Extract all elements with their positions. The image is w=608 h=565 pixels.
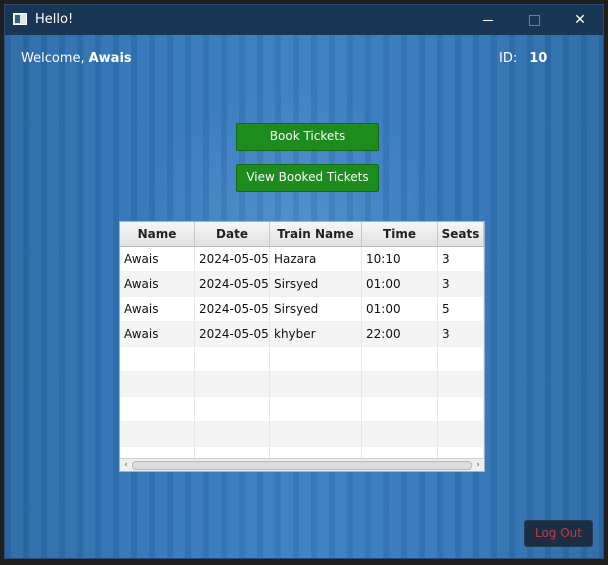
cell-time: 10:10 bbox=[362, 247, 438, 271]
window-title: Hello! bbox=[35, 12, 74, 27]
app-window: Hello! ✕ Welcome, Awais ID: 10 Book Ticket… bbox=[4, 4, 604, 559]
close-icon: ✕ bbox=[574, 12, 586, 28]
column-header-name[interactable]: Name bbox=[120, 222, 195, 246]
table-row[interactable]: Awais 2024-05-05 Hazara 10:10 3 bbox=[120, 247, 484, 272]
close-button[interactable]: ✕ bbox=[557, 5, 603, 35]
cell-name: Awais bbox=[120, 247, 195, 271]
cell-seats: 5 bbox=[438, 297, 484, 321]
maximize-icon bbox=[528, 14, 540, 26]
cell-date: 2024-05-05 bbox=[195, 297, 270, 321]
cell-name: Awais bbox=[120, 272, 195, 296]
cell-train-name: khyber bbox=[270, 322, 362, 346]
cell-train-name: Sirsyed bbox=[270, 272, 362, 296]
book-tickets-button[interactable]: Book Tickets bbox=[236, 123, 379, 151]
cell-name: Awais bbox=[120, 322, 195, 346]
horizontal-scrollbar[interactable]: ‹ › bbox=[120, 458, 484, 471]
empty-row bbox=[120, 372, 484, 397]
booked-tickets-table[interactable]: Name Date Train Name Time Seats Awais 20… bbox=[119, 221, 485, 472]
column-header-time[interactable]: Time bbox=[362, 222, 438, 246]
cell-train-name: Hazara bbox=[270, 247, 362, 271]
column-header-seats[interactable]: Seats bbox=[438, 222, 484, 246]
id-value: 10 bbox=[529, 51, 548, 66]
logout-button[interactable]: Log Out bbox=[524, 520, 593, 547]
maximize-button[interactable] bbox=[511, 5, 557, 35]
id-label: ID: bbox=[499, 51, 518, 66]
empty-row bbox=[120, 397, 484, 422]
cell-time: 22:00 bbox=[362, 322, 438, 346]
cell-date: 2024-05-05 bbox=[195, 247, 270, 271]
cell-train-name: Sirsyed bbox=[270, 297, 362, 321]
empty-row bbox=[120, 422, 484, 447]
table-row[interactable]: Awais 2024-05-05 khyber 22:00 3 bbox=[120, 322, 484, 347]
welcome-text: Welcome, Awais bbox=[21, 51, 132, 66]
cell-date: 2024-05-05 bbox=[195, 322, 270, 346]
app-icon bbox=[13, 13, 27, 25]
scroll-right-icon[interactable]: › bbox=[472, 459, 484, 471]
minimize-button[interactable] bbox=[465, 5, 511, 35]
cell-seats: 3 bbox=[438, 272, 484, 296]
cell-date: 2024-05-05 bbox=[195, 272, 270, 296]
user-name: Awais bbox=[88, 51, 132, 66]
main-content: Welcome, Awais ID: 10 Book Tickets View Bo… bbox=[5, 35, 603, 558]
welcome-prefix: Welcome, bbox=[21, 51, 85, 66]
empty-row bbox=[120, 347, 484, 372]
column-header-train-name[interactable]: Train Name bbox=[270, 222, 362, 246]
view-booked-tickets-button[interactable]: View Booked Tickets bbox=[236, 164, 379, 192]
table-row[interactable]: Awais 2024-05-05 Sirsyed 01:00 5 bbox=[120, 297, 484, 322]
table-header: Name Date Train Name Time Seats bbox=[120, 222, 484, 247]
cell-name: Awais bbox=[120, 297, 195, 321]
cell-seats: 3 bbox=[438, 322, 484, 346]
cell-time: 01:00 bbox=[362, 297, 438, 321]
cell-time: 01:00 bbox=[362, 272, 438, 296]
cell-seats: 3 bbox=[438, 247, 484, 271]
scrollbar-thumb[interactable] bbox=[132, 461, 472, 470]
column-header-date[interactable]: Date bbox=[195, 222, 270, 246]
scroll-left-icon[interactable]: ‹ bbox=[120, 459, 132, 471]
table-row[interactable]: Awais 2024-05-05 Sirsyed 01:00 3 bbox=[120, 272, 484, 297]
minimize-icon bbox=[483, 19, 493, 21]
user-id: ID: 10 bbox=[499, 51, 547, 66]
title-bar[interactable]: Hello! ✕ bbox=[5, 5, 603, 35]
